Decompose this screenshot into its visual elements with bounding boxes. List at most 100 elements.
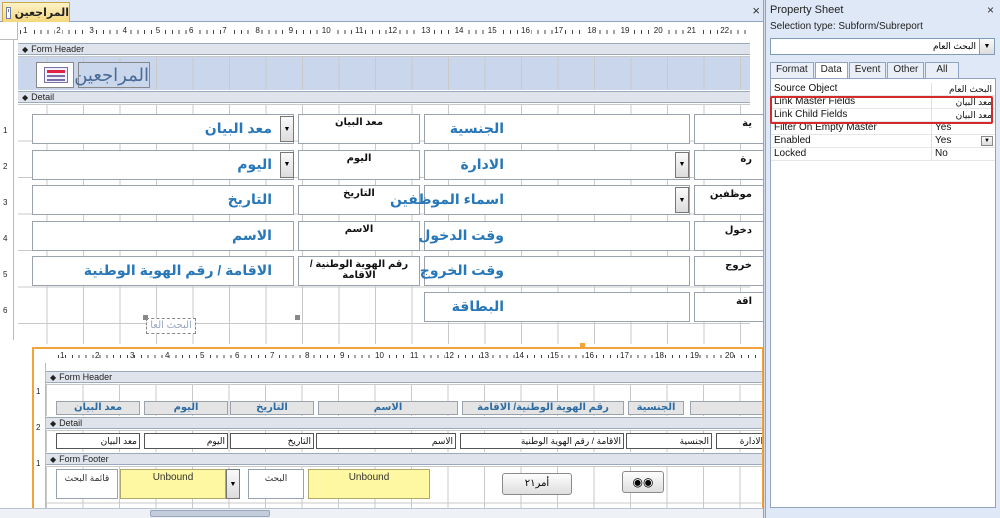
ruler-number: 15 (486, 26, 498, 36)
ruler-number: 2 (55, 26, 62, 36)
field-label[interactable]: الاقامة / رقم الهوية الوطنية (32, 262, 272, 279)
subform-header-label[interactable]: الجنسية (628, 401, 684, 415)
field-label[interactable]: اليوم (32, 156, 272, 173)
subform-detail-textbox[interactable]: معد البيان (56, 433, 140, 449)
find-button[interactable]: ◉◉ (622, 471, 664, 493)
subform-header-label[interactable]: رقم الهوية الوطنية/ الاقامة (462, 401, 624, 415)
tab-other[interactable]: Other (887, 62, 925, 78)
field-caption: موظفين (709, 189, 752, 200)
tab-data[interactable]: Data (814, 62, 848, 79)
subform-detail-textbox[interactable]: الاسم (316, 433, 456, 449)
document-tab-title: المراجعين (14, 7, 69, 19)
ruler-number: 11 (354, 26, 365, 36)
ruler-number: 6 (3, 306, 8, 315)
combo-dropdown-button[interactable]: ▼ (675, 187, 689, 213)
property-name: Enabled (774, 135, 811, 146)
search-label[interactable]: البحث (248, 469, 304, 499)
property-row[interactable]: Source Object البحث العام (771, 83, 995, 96)
subform-detail-textbox[interactable]: الجنسية (626, 433, 712, 449)
field-caption: خروج (725, 260, 752, 271)
close-property-sheet-icon[interactable]: × (987, 3, 994, 17)
form-designer[interactable]: المراجعين × 1 2 3 4 5 6 7 8 9 10 11 12 13 14 15 16 17 18 1… (0, 0, 764, 518)
horizontal-ruler[interactable]: 1 2 3 4 5 6 7 8 9 10 11 12 13 14 15 16 17 18 19 20 21 22 (20, 26, 750, 38)
subform-footer-bar[interactable]: ◆ Form Footer (46, 453, 762, 465)
field-label[interactable]: التاريخ (32, 191, 272, 208)
subform-control-label[interactable]: البحث العا (146, 318, 196, 334)
section-arrow-icon: ◆ (22, 93, 29, 102)
search-list-label[interactable]: قائمة البحث (56, 469, 118, 499)
ruler-number: 19 (690, 351, 699, 360)
header-logo[interactable] (36, 62, 74, 88)
search-textbox[interactable]: Unbound (308, 469, 430, 499)
form-logo-icon (44, 67, 68, 83)
combo-dropdown-button[interactable]: ▼ (675, 151, 689, 178)
ruler-number: 4 (3, 234, 8, 243)
field-label[interactable]: الادارة (424, 156, 504, 173)
ruler-number: 8 (254, 26, 261, 36)
subform-form-header-bar[interactable]: ◆ Form Header (46, 371, 762, 383)
field-label[interactable]: اسماء الموظفين (390, 191, 504, 208)
object-selector-dropdown-icon[interactable]: ▼ (979, 39, 994, 54)
field-caption: اقة (735, 295, 752, 307)
detail-section-bar[interactable]: ◆ Detail (18, 91, 750, 103)
ruler-number: 16 (520, 26, 531, 36)
ruler-corner[interactable] (0, 22, 18, 40)
form-header-section-bar[interactable]: ◆ Form Header (18, 43, 750, 55)
move-handle[interactable] (143, 315, 148, 320)
subform-control[interactable]: 1 2 3 4 5 6 7 8 9 10 11 12 13 14 15 16 17 18 19 20 121 ◆ For… (32, 347, 763, 518)
ruler-number: 5 (154, 26, 162, 36)
combo-dropdown-button[interactable]: ▼ (280, 151, 294, 178)
tab-all[interactable]: All (925, 62, 959, 78)
field-label[interactable]: الاسم (32, 227, 272, 244)
field-label[interactable]: الجنسية (424, 120, 504, 137)
section-arrow-icon: ◆ (22, 45, 29, 54)
property-row[interactable]: Locked No (771, 148, 995, 161)
property-row[interactable]: Enabled Yes ▼ (771, 135, 995, 148)
field-label[interactable]: معد البيان (32, 120, 272, 137)
close-document-icon[interactable]: × (752, 3, 760, 18)
tab-format[interactable]: Format (770, 62, 814, 78)
ruler-number: 5 (3, 270, 8, 279)
subform-detail-textbox[interactable]: التاريخ (230, 433, 314, 449)
property-value[interactable]: البحث العام (931, 83, 995, 95)
subform-detail-bar[interactable]: ◆ Detail (46, 417, 762, 429)
subform-detail-textbox[interactable]: الادارة (716, 433, 762, 449)
field-caption: ية (742, 118, 752, 129)
search-list-combo[interactable]: Unbound (120, 469, 226, 499)
tab-event[interactable]: Event (848, 62, 887, 78)
subform-header-label[interactable]: التاريخ (230, 401, 314, 415)
property-dropdown-icon[interactable]: ▼ (981, 136, 993, 146)
subform-detail-textbox[interactable]: اليوم (144, 433, 228, 449)
field-caption: دخول (724, 224, 752, 236)
subform-footer-label: Form Footer (59, 454, 109, 464)
horizontal-scrollbar[interactable] (0, 508, 763, 518)
search-list-dropdown-button[interactable]: ▼ (226, 469, 240, 499)
ruler-number: 6 (235, 351, 240, 360)
vertical-ruler[interactable]: 1 2 3 4 5 6 (0, 40, 14, 340)
subform-horizontal-ruler[interactable]: 1 2 3 4 5 6 7 8 9 10 11 12 13 14 15 16 17 18 19 20 (58, 351, 758, 361)
combo-dropdown-button[interactable]: ▼ (280, 116, 294, 142)
binoculars-icon: ◉◉ (632, 475, 654, 489)
ruler-number: 20 (652, 26, 664, 36)
document-tab[interactable]: المراجعين (2, 2, 70, 22)
subform-header-label[interactable] (690, 401, 762, 415)
move-handle[interactable] (295, 315, 300, 320)
ruler-number: 3 (3, 198, 8, 207)
ruler-number: 21 (686, 26, 697, 36)
subform-vertical-ruler[interactable]: 1 2 1 (34, 363, 46, 516)
ruler-number: 1 (36, 387, 41, 396)
field-label[interactable]: البطاقة (424, 298, 504, 315)
subform-header-label[interactable]: الاسم (318, 401, 458, 415)
field-label[interactable]: وقت الدخول (418, 227, 504, 244)
ruler-number: 15 (550, 351, 559, 360)
object-selector[interactable]: البحث العام ▼ (770, 38, 995, 55)
property-value[interactable]: No (931, 148, 995, 160)
command-button[interactable]: أمر٢١ (502, 473, 572, 495)
scrollbar-thumb[interactable] (150, 510, 270, 517)
subform-detail-textbox[interactable]: الاقامة / رقم الهوية الوطنية (460, 433, 624, 449)
field-caption: الاسم (344, 223, 374, 235)
subform-header-label[interactable]: معد البيان (56, 401, 140, 415)
subform-header-label[interactable]: اليوم (144, 401, 228, 415)
field-label[interactable]: وقت الخروج (420, 262, 504, 279)
header-title[interactable]: المراجعين (74, 62, 150, 88)
